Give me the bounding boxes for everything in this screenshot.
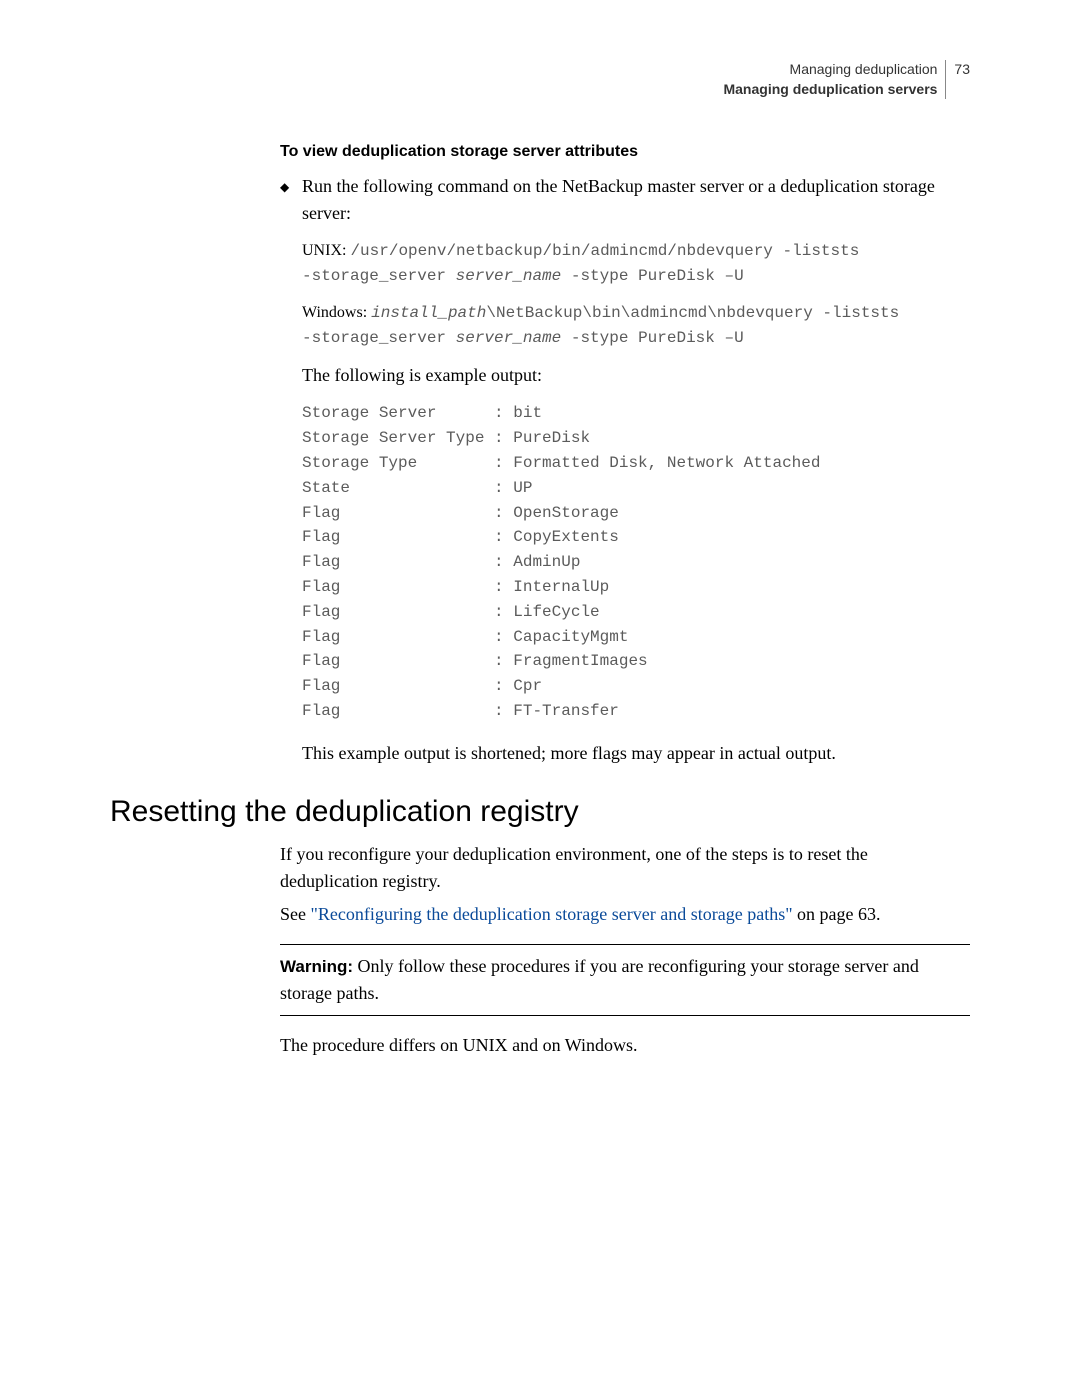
warning-block: Warning: Only follow these procedures if… bbox=[280, 953, 970, 1007]
see-suffix: on page 63. bbox=[793, 904, 881, 924]
windows-command: Windows: install_path\NetBackup\bin\admi… bbox=[302, 301, 970, 351]
running-header-line1: Managing deduplication bbox=[723, 60, 937, 80]
page: Managing deduplication Managing deduplic… bbox=[0, 0, 1080, 1139]
bullet-icon: ◆ bbox=[280, 178, 302, 227]
divider bbox=[280, 944, 970, 945]
windows-line2b: -stype PureDisk –U bbox=[561, 329, 743, 347]
heading-resetting-registry: Resetting the deduplication registry bbox=[110, 795, 970, 829]
unix-label: UNIX: bbox=[302, 242, 350, 259]
unix-line1: /usr/openv/netbackup/bin/admincmd/nbdevq… bbox=[350, 242, 859, 260]
warning-text: Only follow these procedures if you are … bbox=[280, 956, 919, 1003]
warning-label: Warning: bbox=[280, 957, 353, 976]
unix-line2a: -storage_server bbox=[302, 267, 456, 285]
example-note: This example output is shortened; more f… bbox=[302, 740, 970, 767]
windows-line1b: \NetBackup\bin\admincmd\nbdevquery -list… bbox=[486, 304, 899, 322]
example-intro: The following is example output: bbox=[302, 362, 970, 389]
see-also-line: See "Reconfiguring the deduplication sto… bbox=[280, 901, 970, 928]
divider bbox=[280, 1015, 970, 1016]
windows-install-path: install_path bbox=[371, 304, 486, 322]
example-output: Storage Server : bit Storage Server Type… bbox=[302, 401, 970, 723]
unix-server-name: server_name bbox=[456, 267, 562, 285]
running-header: Managing deduplication Managing deduplic… bbox=[110, 60, 970, 99]
windows-server-name: server_name bbox=[456, 329, 562, 347]
page-number: 73 bbox=[946, 60, 970, 80]
running-header-line2: Managing deduplication servers bbox=[723, 80, 937, 100]
windows-line2a: -storage_server bbox=[302, 329, 456, 347]
windows-label: Windows: bbox=[302, 304, 371, 321]
paragraph-procedure-differs: The procedure differs on UNIX and on Win… bbox=[280, 1032, 970, 1059]
paragraph-reset-intro: If you reconfigure your deduplication en… bbox=[280, 841, 970, 895]
see-prefix: See bbox=[280, 904, 311, 924]
bullet-text: Run the following command on the NetBack… bbox=[302, 173, 970, 227]
section-title: To view deduplication storage server att… bbox=[280, 143, 970, 161]
see-link[interactable]: "Reconfiguring the deduplication storage… bbox=[311, 904, 793, 924]
unix-line2b: -stype PureDisk –U bbox=[561, 267, 743, 285]
unix-command: UNIX: /usr/openv/netbackup/bin/admincmd/… bbox=[302, 239, 970, 289]
